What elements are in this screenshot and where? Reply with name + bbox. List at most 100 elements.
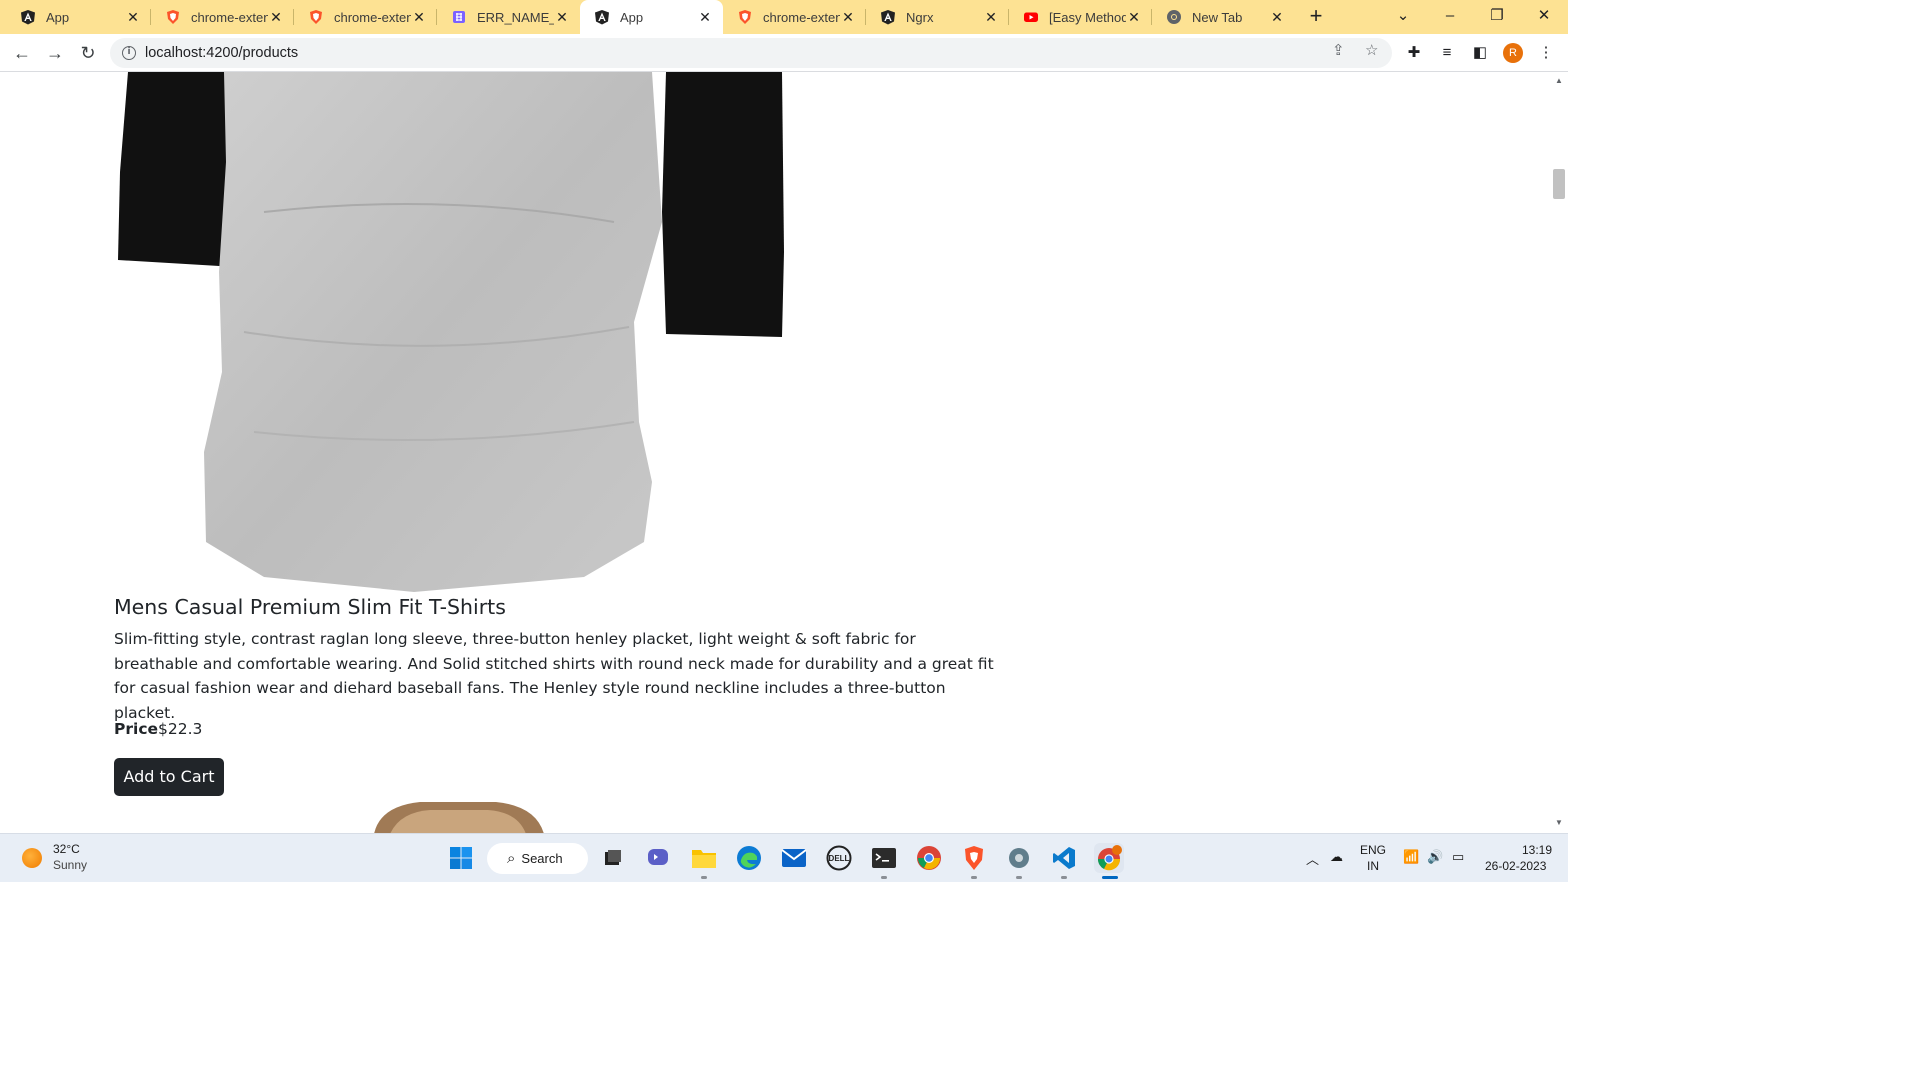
new-tab-button[interactable]: + (1304, 5, 1328, 29)
address-bar[interactable]: i localhost:4200/products (110, 38, 1392, 68)
close-icon[interactable]: ✕ (1269, 9, 1285, 26)
tab-youtube[interactable]: [Easy Method ✕ (1009, 0, 1152, 34)
restore-icon[interactable]: ❐ (1474, 4, 1520, 30)
language-region[interactable]: IN (1367, 859, 1379, 873)
share-icon[interactable]: ⇪ (1332, 41, 1345, 59)
scroll-down-arrow-icon[interactable]: ▼ (1550, 818, 1568, 827)
brave-shield-icon (310, 10, 322, 24)
tab-title: chrome-exten (334, 9, 411, 25)
tab-app-1[interactable]: App ✕ (6, 0, 151, 34)
scroll-up-arrow-icon[interactable]: ▲ (1550, 76, 1568, 85)
menu-kebab-icon[interactable]: ⋮ (1536, 43, 1556, 63)
weather-condition[interactable]: Sunny (53, 858, 87, 872)
tab-title: [Easy Method (1049, 9, 1126, 25)
tab-title: App (46, 9, 70, 25)
close-icon[interactable]: ✕ (268, 9, 284, 26)
minimize-icon[interactable]: – (1427, 4, 1473, 30)
angular-icon (881, 10, 895, 25)
window-close-icon[interactable]: ✕ (1521, 4, 1567, 30)
clock-date[interactable]: 26-02-2023 (1485, 859, 1546, 873)
product-title: Mens Casual Premium Slim Fit T-Shirts (114, 595, 506, 619)
tab-search-chevron-icon[interactable]: ⌄ (1380, 4, 1426, 30)
running-indicator (881, 876, 887, 879)
reload-icon[interactable]: ↻ (75, 40, 101, 66)
forward-arrow-icon[interactable]: → (42, 40, 68, 66)
product-price: Price$22.3 (114, 720, 202, 738)
tab-new-tab[interactable]: New Tab ✕ (1152, 0, 1295, 34)
volume-icon[interactable]: 🔊 (1427, 849, 1443, 865)
close-icon[interactable]: ✕ (554, 9, 570, 26)
svg-text:DELL: DELL (829, 854, 850, 863)
terminal-icon[interactable] (869, 843, 899, 879)
back-arrow-icon[interactable]: ← (9, 40, 35, 66)
tab-title: App (620, 9, 644, 25)
add-to-cart-button[interactable]: Add to Cart (114, 758, 224, 796)
language-code[interactable]: ENG (1360, 843, 1386, 857)
browser-toolbar: ← → ↻ i localhost:4200/products ⇪ ☆ ✚ ≡ … (0, 34, 1568, 72)
close-icon[interactable]: ✕ (125, 9, 141, 26)
product-image-tshirt (118, 72, 784, 592)
search-label: Search (521, 851, 563, 866)
profile-avatar[interactable]: R (1503, 43, 1523, 63)
next-product-image (374, 802, 544, 833)
onedrive-sync-icon[interactable]: ☁ (1330, 849, 1343, 865)
angular-icon (21, 10, 35, 25)
youtube-icon (1024, 12, 1038, 22)
tab-chrome-extension-2[interactable]: chrome-exten ✕ (294, 0, 437, 34)
bookmark-star-icon[interactable]: ☆ (1365, 41, 1378, 59)
settings-gear-icon[interactable] (1004, 843, 1034, 879)
show-hidden-icons-chevron-icon[interactable]: ︿ (1306, 849, 1319, 868)
taskbar-search[interactable]: ⌕ Search (487, 843, 588, 874)
tab-chrome-extension-1[interactable]: chrome-exten ✕ (151, 0, 294, 34)
brave-shield-icon (167, 10, 179, 24)
close-icon[interactable]: ✕ (697, 9, 713, 26)
price-label: Price (114, 720, 159, 738)
close-icon[interactable]: ✕ (840, 9, 856, 26)
tab-app-active[interactable]: App ✕ (580, 0, 723, 34)
wifi-icon[interactable]: 📶 (1403, 849, 1419, 865)
tab-strip: App ✕ chrome-exten ✕ chrome-exten ✕ ERR_… (0, 0, 1568, 34)
windows-start-icon[interactable] (446, 843, 476, 873)
dell-icon[interactable]: DELL (824, 843, 854, 873)
side-panel-icon[interactable]: ◧ (1470, 43, 1490, 63)
tab-title: chrome-exten (763, 9, 840, 25)
tab-title: ERR_NAME_N (477, 9, 554, 25)
hashnode-icon (453, 11, 465, 23)
search-icon: ⌕ (507, 850, 516, 867)
running-indicator (701, 876, 707, 879)
chrome-profile-icon[interactable] (1094, 843, 1124, 879)
tab-err-name[interactable]: ERR_NAME_N ✕ (437, 0, 580, 34)
close-icon[interactable]: ✕ (411, 9, 427, 26)
close-icon[interactable]: ✕ (1126, 9, 1142, 26)
media-queue-icon[interactable]: ≡ (1437, 43, 1457, 63)
tab-title: chrome-exten (191, 9, 268, 25)
windows-taskbar: 32°C Sunny ⌕ Search DELL ︿ ☁ ENG IN 📶 🔊 … (0, 833, 1568, 882)
mail-icon[interactable] (779, 843, 809, 873)
page-viewport: Mens Casual Premium Slim Fit T-Shirts Sl… (0, 72, 1550, 833)
clock-time[interactable]: 13:19 (1522, 843, 1552, 857)
tab-title: Ngrx (906, 9, 934, 25)
tab-chrome-extension-3[interactable]: chrome-exten ✕ (723, 0, 866, 34)
site-info-icon[interactable]: i (122, 46, 136, 60)
tab-ngrx[interactable]: Ngrx ✕ (866, 0, 1009, 34)
file-explorer-icon[interactable] (689, 843, 719, 879)
extensions-puzzle-icon[interactable]: ✚ (1404, 43, 1424, 63)
chrome-icon (1167, 10, 1181, 24)
scrollbar-thumb[interactable] (1553, 169, 1565, 199)
edge-icon[interactable] (734, 843, 764, 873)
chrome-taskbar-icon[interactable] (914, 843, 944, 873)
url-text[interactable]: localhost:4200/products (145, 45, 298, 61)
vscode-icon[interactable] (1049, 843, 1079, 879)
close-icon[interactable]: ✕ (983, 9, 999, 26)
product-description: Slim-fitting style, contrast raglan long… (114, 630, 994, 722)
running-indicator (1016, 876, 1022, 879)
weather-sun-icon[interactable] (22, 848, 42, 868)
page-scrollbar[interactable]: ▲ ▼ (1550, 72, 1568, 833)
brave-browser-icon[interactable] (959, 843, 989, 879)
running-indicator (1102, 876, 1118, 879)
battery-icon[interactable]: ▭ (1452, 849, 1464, 865)
task-view-icon[interactable] (598, 843, 628, 873)
running-indicator (971, 876, 977, 879)
weather-temperature[interactable]: 32°C (53, 842, 80, 856)
teams-chat-icon[interactable] (643, 843, 673, 873)
